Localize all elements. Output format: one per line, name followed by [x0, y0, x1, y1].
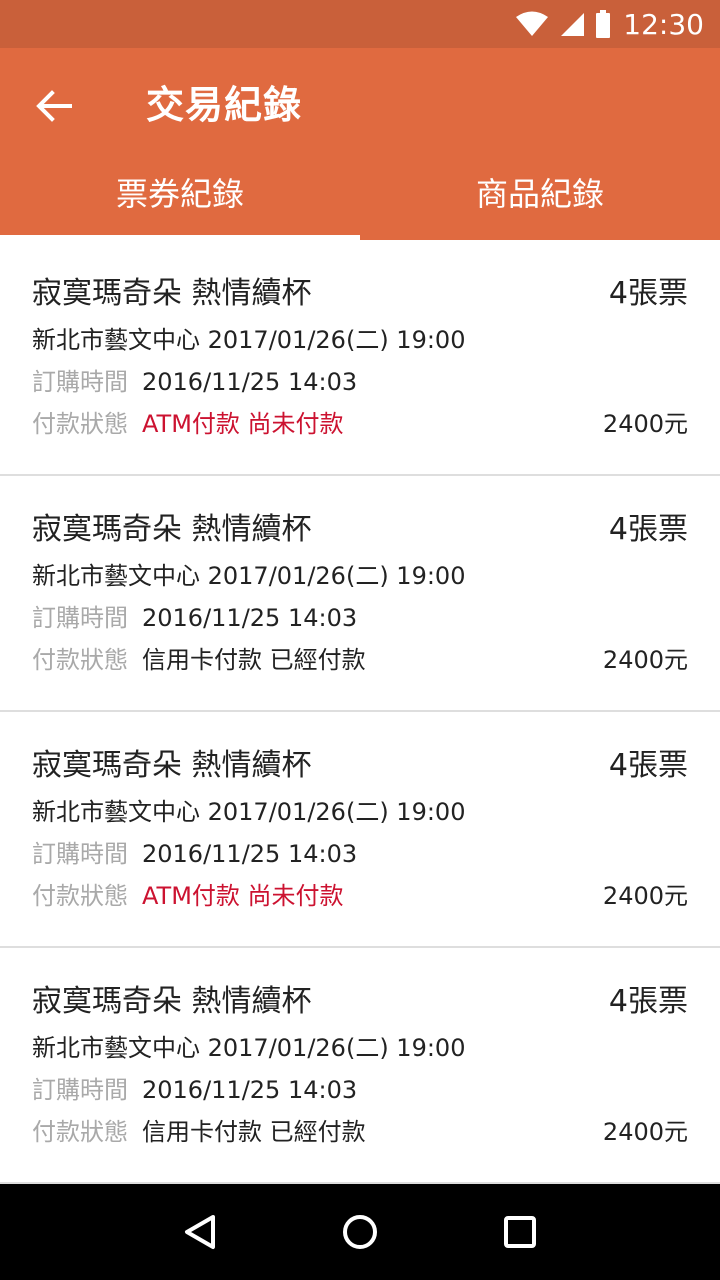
ticket-count: 4張票	[608, 748, 688, 783]
square-recents-icon	[504, 1216, 536, 1248]
order-time-value: 2016/11/25 14:03	[142, 368, 358, 396]
payment-status-value: ATM付款 尚未付款	[142, 882, 344, 910]
transaction-list: 寂寞瑪奇朵 熱情續杯 4張票 新北市藝文中心 2017/01/26(二) 19:…	[0, 240, 720, 1184]
system-nav-bar	[0, 1184, 720, 1280]
event-name: 寂寞瑪奇朵 熱情續杯	[32, 512, 312, 547]
order-time-value: 2016/11/25 14:03	[142, 840, 358, 868]
list-item[interactable]: 寂寞瑪奇朵 熱情續杯 4張票 新北市藝文中心 2017/01/26(二) 19:…	[0, 240, 720, 476]
arrow-back-icon	[36, 90, 72, 122]
tab-bar: 票券紀錄 商品紀錄	[0, 144, 720, 240]
triangle-back-icon	[185, 1215, 215, 1249]
status-bar: 12:30	[0, 0, 720, 48]
payment-status-label: 付款狀態	[32, 1118, 128, 1146]
tab-ticket-records[interactable]: 票券紀錄	[0, 144, 360, 240]
event-name: 寂寞瑪奇朵 熱情續杯	[32, 984, 312, 1019]
venue-datetime: 新北市藝文中心 2017/01/26(二) 19:00	[32, 562, 466, 590]
nav-home-button[interactable]	[330, 1202, 390, 1262]
order-time-value: 2016/11/25 14:03	[142, 1076, 358, 1104]
price: 2400元	[602, 1118, 688, 1146]
price: 2400元	[602, 882, 688, 910]
payment-status-value: 信用卡付款 已經付款	[142, 1118, 366, 1146]
order-time-label: 訂購時間	[32, 368, 128, 396]
back-button[interactable]	[22, 78, 86, 134]
order-time-row: 訂購時間 2016/11/25 14:03	[32, 838, 357, 870]
order-time-row: 訂購時間 2016/11/25 14:03	[32, 1074, 357, 1106]
ticket-count: 4張票	[608, 984, 688, 1019]
order-time-row: 訂購時間 2016/11/25 14:03	[32, 366, 357, 398]
payment-status-label: 付款狀態	[32, 646, 128, 674]
order-time-value: 2016/11/25 14:03	[142, 604, 358, 632]
payment-status-row: 付款狀態 信用卡付款 已經付款	[32, 644, 366, 676]
price: 2400元	[602, 410, 688, 438]
payment-status-label: 付款狀態	[32, 410, 128, 438]
list-item[interactable]: 寂寞瑪奇朵 熱情續杯 4張票 新北市藝文中心 2017/01/26(二) 19:…	[0, 712, 720, 948]
payment-status-row: 付款狀態 ATM付款 尚未付款	[32, 880, 344, 912]
status-icons	[515, 10, 611, 38]
status-time: 12:30	[623, 7, 704, 41]
order-time-label: 訂購時間	[32, 604, 128, 632]
app-bar: 交易紀錄 票券紀錄 商品紀錄	[0, 48, 720, 240]
venue-datetime: 新北市藝文中心 2017/01/26(二) 19:00	[32, 326, 466, 354]
tab-label: 商品紀錄	[475, 175, 604, 213]
nav-recents-button[interactable]	[490, 1202, 550, 1262]
nav-back-button[interactable]	[170, 1202, 230, 1262]
tab-product-records[interactable]: 商品紀錄	[360, 144, 720, 240]
payment-status-row: 付款狀態 信用卡付款 已經付款	[32, 1116, 366, 1148]
list-item[interactable]: 寂寞瑪奇朵 熱情續杯 4張票 新北市藝文中心 2017/01/26(二) 19:…	[0, 476, 720, 712]
order-time-row: 訂購時間 2016/11/25 14:03	[32, 602, 357, 634]
battery-icon	[596, 10, 611, 38]
payment-status-value: ATM付款 尚未付款	[142, 410, 344, 438]
order-time-label: 訂購時間	[32, 1076, 128, 1104]
cellular-signal-icon	[561, 13, 585, 36]
tab-label: 票券紀錄	[115, 175, 244, 213]
venue-datetime: 新北市藝文中心 2017/01/26(二) 19:00	[32, 798, 466, 826]
list-item[interactable]: 寂寞瑪奇朵 熱情續杯 4張票 新北市藝文中心 2017/01/26(二) 19:…	[0, 948, 720, 1184]
order-time-label: 訂購時間	[32, 840, 128, 868]
page-title: 交易紀錄	[146, 83, 303, 127]
ticket-count: 4張票	[608, 512, 688, 547]
payment-status-label: 付款狀態	[32, 882, 128, 910]
payment-status-row: 付款狀態 ATM付款 尚未付款	[32, 408, 344, 440]
wifi-icon	[516, 11, 549, 36]
event-name: 寂寞瑪奇朵 熱情續杯	[32, 276, 312, 311]
circle-home-icon	[343, 1215, 377, 1249]
payment-status-value: 信用卡付款 已經付款	[142, 646, 366, 674]
price: 2400元	[602, 646, 688, 674]
ticket-count: 4張票	[608, 276, 688, 311]
venue-datetime: 新北市藝文中心 2017/01/26(二) 19:00	[32, 1034, 466, 1062]
event-name: 寂寞瑪奇朵 熱情續杯	[32, 748, 312, 783]
